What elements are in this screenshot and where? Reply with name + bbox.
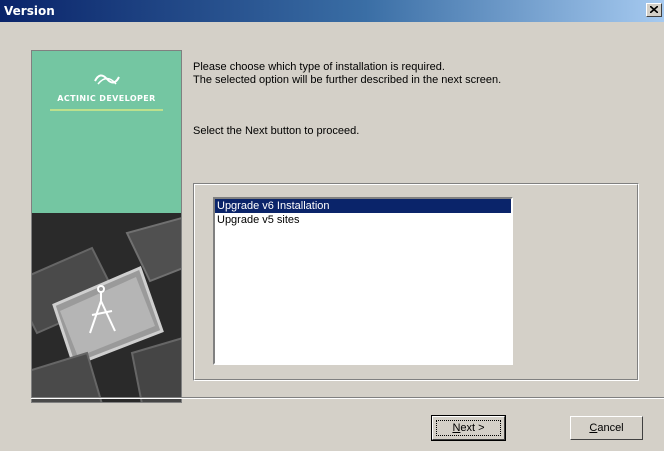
list-item-upgrade-v6[interactable]: Upgrade v6 Installation [215, 199, 511, 213]
close-button[interactable] [646, 3, 662, 17]
actinic-logo-icon [94, 74, 120, 85]
keyboard-keys-icon [32, 213, 181, 402]
close-icon [650, 6, 658, 13]
brand-tagline [50, 109, 163, 111]
next-button[interactable]: Next > [431, 415, 506, 441]
instruction-line-2: The selected option will be further desc… [193, 74, 502, 86]
next-accesskey: N [452, 422, 461, 434]
list-item-upgrade-v5[interactable]: Upgrade v5 sites [215, 213, 511, 227]
cancel-button[interactable]: Cancel [570, 416, 643, 440]
window-title: Version [4, 4, 55, 18]
brand-name: ACTINIC DEVELOPER [57, 94, 156, 103]
title-bar: Version [0, 0, 664, 22]
instruction-line-1: Please choose which type of installation… [193, 61, 445, 73]
next-label: ext > [460, 422, 485, 434]
installation-type-list[interactable]: Upgrade v6 Installation Upgrade v5 sites [213, 197, 513, 365]
brand-banner: ACTINIC DEVELOPER [32, 51, 181, 213]
brand-panel: ACTINIC DEVELOPER [31, 50, 182, 403]
separator [31, 397, 664, 399]
keyboard-image [32, 213, 181, 402]
instruction-proceed: Select the Next button to proceed. [193, 125, 360, 137]
cancel-label: ancel [597, 422, 624, 434]
